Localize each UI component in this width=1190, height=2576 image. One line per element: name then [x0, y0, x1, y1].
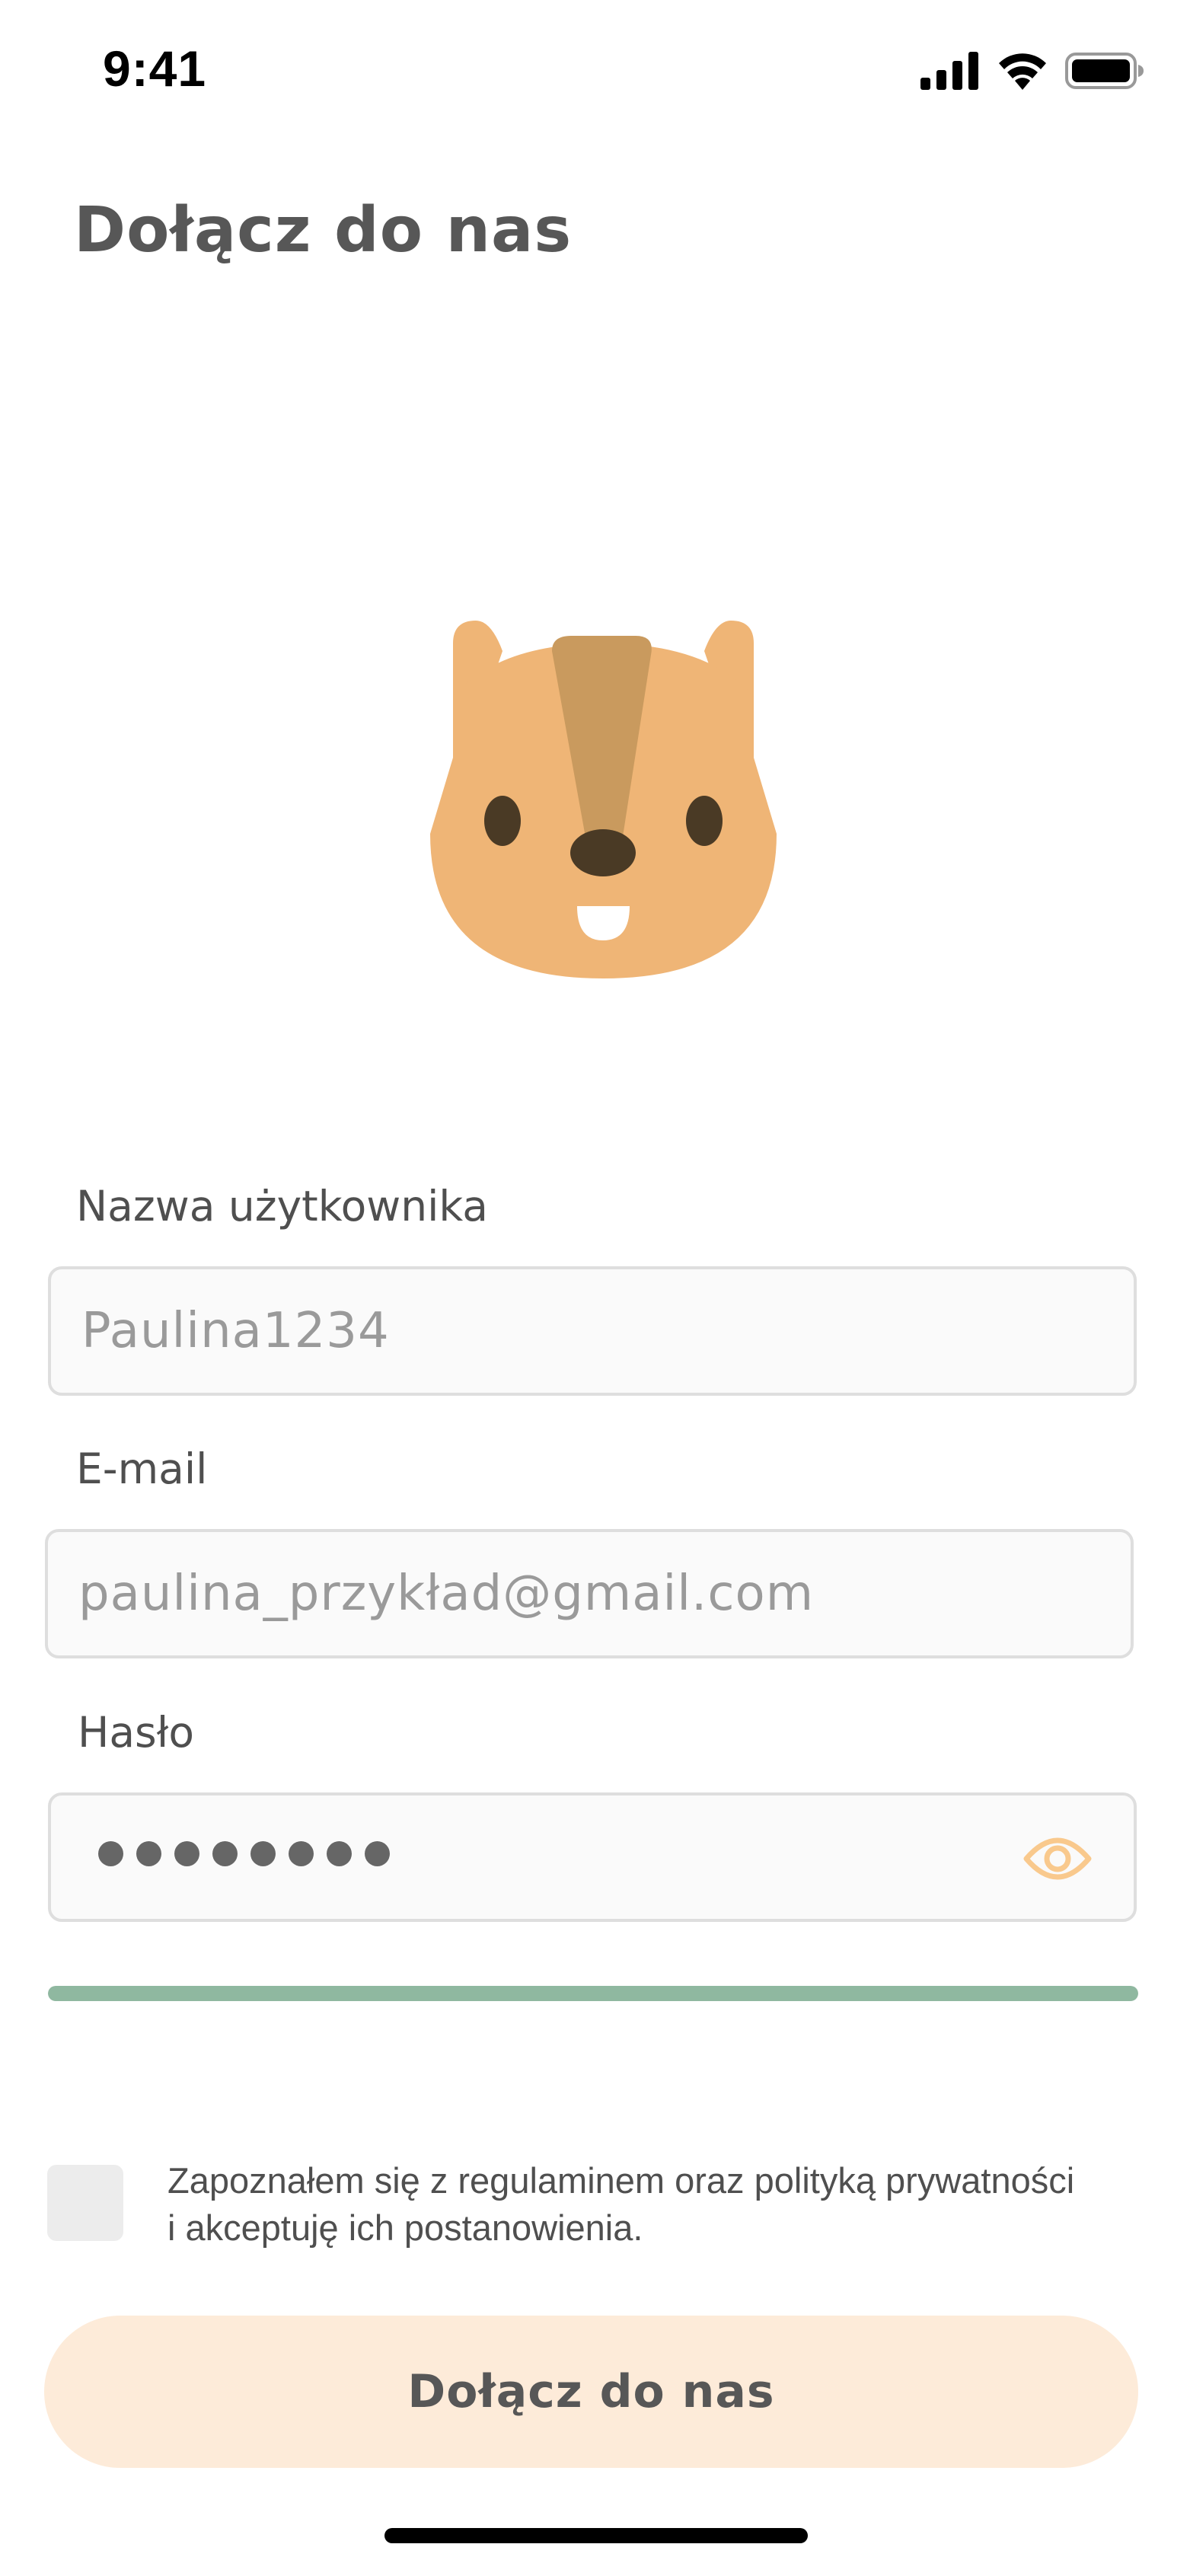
battery-icon: [1065, 52, 1144, 93]
password-strength-bar: [48, 1986, 1138, 2001]
terms-text-line1: Zapoznałem się z regulaminem oraz polity…: [167, 2160, 1075, 2201]
password-dot: [136, 1841, 161, 1866]
username-label: Nazwa użytkownika: [76, 1182, 488, 1231]
email-label: E-mail: [76, 1444, 208, 1493]
password-label: Hasło: [78, 1708, 194, 1757]
username-input[interactable]: [81, 1269, 1071, 1393]
password-dot: [250, 1841, 276, 1866]
status-time: 9:41: [103, 40, 207, 97]
terms-text-line2: i akceptuję ich postanowienia.: [167, 2207, 643, 2248]
password-strength-fill: [48, 1986, 1138, 2001]
status-icons: [920, 52, 1144, 93]
email-input[interactable]: [78, 1532, 1068, 1655]
password-dot: [289, 1841, 314, 1866]
password-masked-value: [98, 1841, 390, 1866]
password-dot: [365, 1841, 390, 1866]
wifi-icon: [997, 52, 1048, 93]
home-indicator[interactable]: [384, 2528, 808, 2543]
password-dot: [212, 1841, 238, 1866]
password-field[interactable]: [48, 1792, 1137, 1922]
terms-checkbox[interactable]: [47, 2165, 123, 2241]
status-bar: 9:41: [0, 0, 1190, 145]
page-title: Dołącz do nas: [74, 194, 573, 267]
username-field[interactable]: [48, 1266, 1137, 1396]
join-button[interactable]: Dołącz do nas: [44, 2316, 1138, 2468]
eye-icon[interactable]: [1023, 1830, 1092, 1888]
signal-icon: [920, 52, 980, 93]
password-dot: [98, 1841, 123, 1866]
password-dot: [327, 1841, 352, 1866]
chipmunk-mascot: [430, 621, 777, 978]
password-dot: [174, 1841, 199, 1866]
terms-text: Zapoznałem się z regulaminem oraz polity…: [167, 2157, 1119, 2252]
email-field[interactable]: [45, 1529, 1134, 1658]
